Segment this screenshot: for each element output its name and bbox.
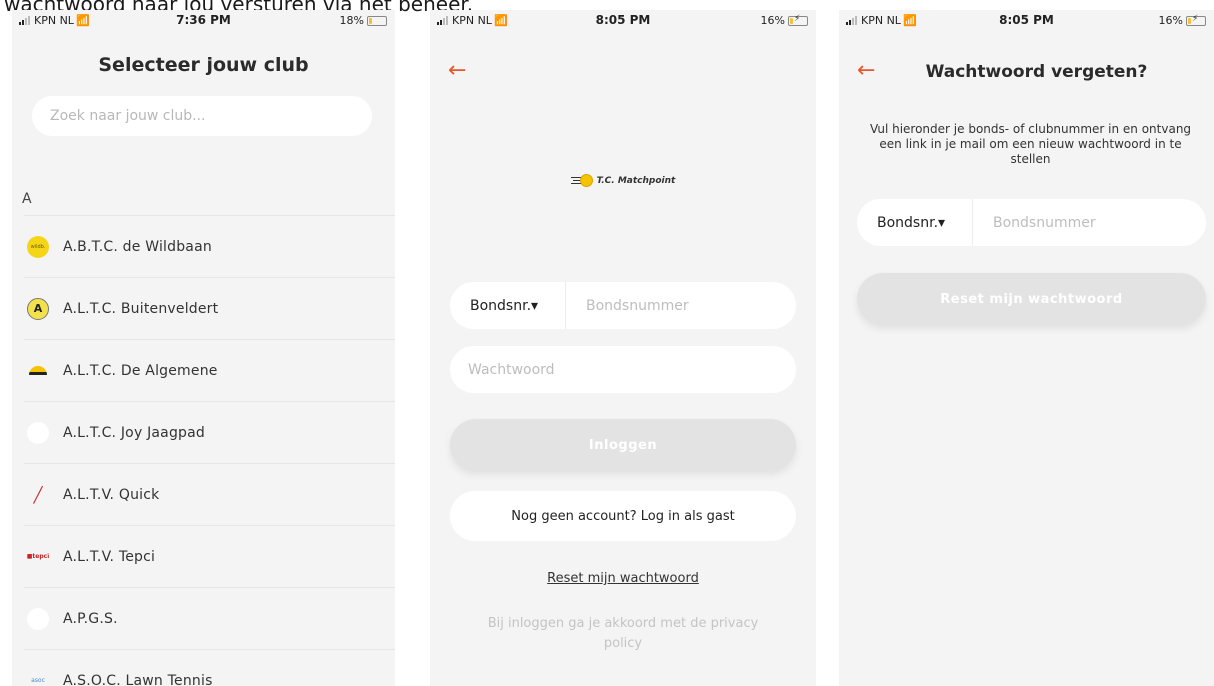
club-logo-icon (27, 360, 49, 382)
status-time: 8:05 PM (595, 13, 651, 27)
club-list-item[interactable]: wildb. A.B.T.C. de Wildbaan (24, 215, 395, 277)
battery-percent: 18% (339, 14, 364, 27)
club-list-item[interactable]: A.L.T.C. De Algemene (24, 339, 395, 401)
guest-login-button[interactable]: Nog geen account? Log in als gast (450, 491, 796, 541)
club-logo-icon: A (27, 297, 49, 320)
battery-info: 18% (340, 14, 387, 27)
club-logo-icon: asoc (31, 677, 45, 684)
member-number-field: Bondsnr.▾ (857, 199, 1206, 246)
battery-icon: ⚡ (788, 14, 808, 26)
instructions-text: Vul hieronder je bonds- of clubnummer in… (869, 122, 1192, 166)
club-list-item[interactable]: ╱ A.L.T.V. Quick (24, 463, 395, 525)
battery-fill (1188, 17, 1191, 24)
battery-info: 16% ⚡ (1159, 14, 1206, 27)
club-name: A.S.O.C. Lawn Tennis (63, 672, 213, 686)
id-type-select[interactable]: Bondsnr.▾ (857, 199, 973, 246)
club-name: A.L.T.C. Joy Jaagpad (63, 424, 206, 441)
id-type-select[interactable]: Bondsnr.▾ (450, 282, 566, 329)
login-screen: KPN NL 📶 8:05 PM 16% ⚡ ← T.C. Matchpoint… (430, 10, 816, 686)
reset-password-button[interactable]: Reset mijn wachtwoord (857, 273, 1206, 325)
brand-name: T.C. Matchpoint (596, 176, 676, 186)
page-title: Selecteer jouw club (98, 54, 309, 76)
club-name: A.L.T.V. Tepci (63, 548, 156, 565)
club-list: wildb. A.B.T.C. de Wildbaan A A.L.T.C. B… (24, 215, 395, 686)
member-number-input[interactable] (566, 282, 796, 329)
battery-info: 16% ⚡ (761, 14, 808, 27)
status-time: 7:36 PM (176, 13, 231, 27)
club-list-item[interactable]: asoc A.S.O.C. Lawn Tennis (24, 649, 395, 686)
club-name: A.L.T.C. Buitenveldert (63, 300, 219, 317)
club-search-input[interactable] (32, 96, 372, 136)
section-header: A (22, 191, 32, 207)
battery-icon (367, 15, 387, 26)
battery-fill (369, 17, 372, 24)
club-logo-icon: wildb. (27, 235, 49, 258)
member-number-input[interactable] (973, 199, 1206, 246)
status-bar: KPN NL 📶 8:05 PM 16% ⚡ (430, 10, 816, 32)
forgot-password-screen: KPN NL 📶 8:05 PM 16% ⚡ ← Wachtwoord verg… (839, 10, 1214, 686)
battery-fill (790, 17, 793, 24)
club-logo-icon: ╱ (33, 485, 43, 504)
reset-password-link[interactable]: Reset mijn wachtwoord (430, 571, 816, 586)
page-title: Wachtwoord vergeten? (925, 62, 1148, 82)
login-button[interactable]: Inloggen (450, 419, 796, 471)
password-input[interactable] (450, 346, 796, 393)
battery-icon: ⚡ (1186, 14, 1206, 26)
tennis-ball-icon (570, 174, 593, 188)
battery-percent: 16% (1158, 14, 1183, 27)
status-bar: KPN NL 📶 7:36 PM 18% (12, 10, 395, 32)
club-list-item[interactable]: A A.L.T.C. Buitenveldert (24, 277, 395, 339)
club-name: A.L.T.C. De Algemene (63, 362, 218, 379)
club-brand-logo: T.C. Matchpoint (430, 174, 816, 188)
club-logo-icon (27, 607, 49, 630)
club-logo-icon (27, 421, 49, 444)
status-bar: KPN NL 📶 8:05 PM 16% ⚡ (839, 10, 1214, 32)
club-list-item[interactable]: A.P.G.S. (24, 587, 395, 649)
club-name: A.B.T.C. de Wildbaan (63, 238, 212, 255)
club-name: A.P.G.S. (63, 610, 118, 627)
club-select-screen: KPN NL 📶 7:36 PM 18% Selecteer jouw club… (12, 10, 395, 686)
battery-percent: 16% (760, 14, 785, 27)
back-arrow-icon[interactable]: ← (448, 58, 466, 83)
club-logo-icon: ■tepci (27, 553, 49, 560)
privacy-terms-text: Bij inloggen ga je akkoord met de privac… (487, 616, 759, 651)
club-list-item[interactable]: ■tepci A.L.T.V. Tepci (24, 525, 395, 587)
club-list-item[interactable]: A.L.T.C. Joy Jaagpad (24, 401, 395, 463)
club-name: A.L.T.V. Quick (63, 486, 160, 503)
member-number-field: Bondsnr.▾ (450, 282, 796, 329)
